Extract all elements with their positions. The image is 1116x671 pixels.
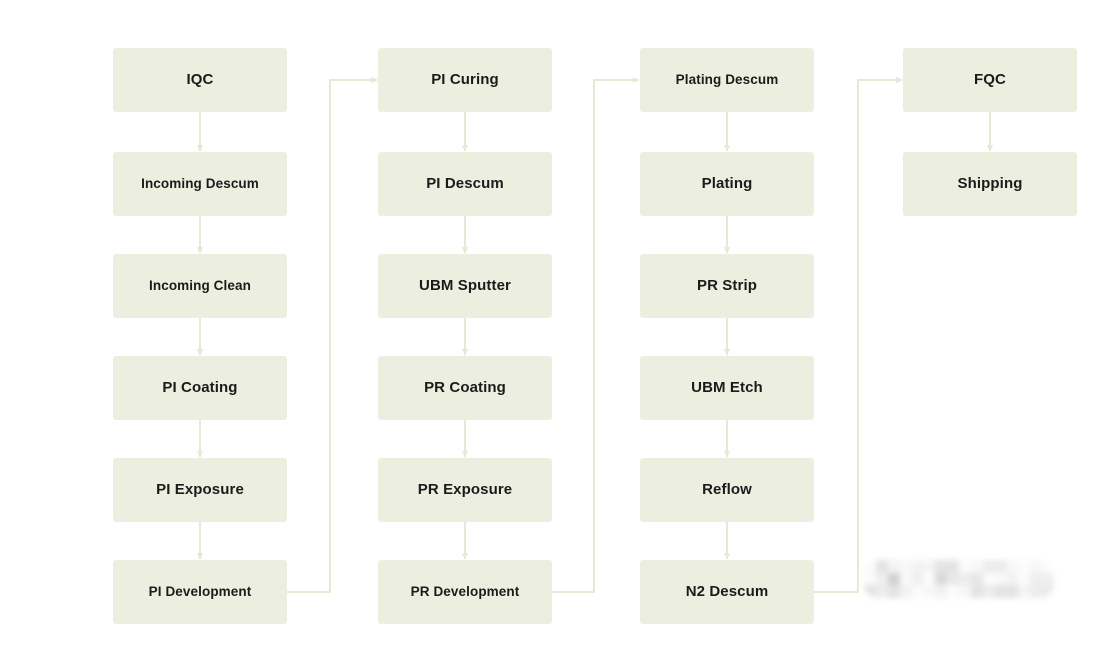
redaction-pixel (1006, 585, 1019, 598)
process-node-label: PI Exposure (156, 480, 244, 498)
redaction-pixel (887, 572, 900, 586)
redaction-pixel (1042, 585, 1054, 598)
process-node-iqc[interactable]: IQC (113, 48, 287, 112)
redaction-pixel (970, 585, 983, 598)
redaction-pixel (994, 585, 1007, 598)
redaction-pixel (1018, 585, 1031, 598)
process-node-ubm-etch[interactable]: UBM Etch (640, 356, 814, 420)
redaction-pixel (923, 560, 936, 573)
redaction-pixel (875, 560, 888, 573)
process-node-label: PR Coating (424, 378, 506, 396)
redaction-pixel (864, 585, 876, 598)
process-node-pr-development[interactable]: PR Development (378, 560, 552, 624)
redaction-pixel (982, 585, 995, 598)
redaction-pixel (935, 572, 948, 586)
process-node-label: Incoming Clean (149, 277, 251, 293)
process-node-incoming-clean[interactable]: Incoming Clean (113, 254, 287, 318)
process-node-label: Shipping (957, 174, 1023, 192)
process-node-label: PI Development (148, 583, 252, 599)
redaction-pixel (1042, 560, 1054, 573)
process-node-label: UBM Etch (691, 378, 763, 396)
redaction-pixel (982, 572, 995, 586)
redaction-pixel (970, 560, 983, 573)
redaction-pixel (959, 572, 971, 586)
redaction-pixel (1018, 560, 1031, 573)
process-node-label: PI Curing (431, 70, 499, 88)
process-node-plating[interactable]: Plating (640, 152, 814, 216)
redaction-pixel (994, 572, 1007, 586)
process-node-label: N2 Descum (685, 582, 769, 600)
redaction-pixel (947, 560, 960, 573)
process-node-plating-descum[interactable]: Plating Descum (640, 48, 814, 112)
process-node-label: Reflow (702, 480, 752, 498)
redaction-pixel (875, 585, 888, 598)
redaction-pixel (947, 572, 960, 586)
redaction-pixel (899, 572, 912, 586)
process-node-incoming-descum[interactable]: Incoming Descum (113, 152, 287, 216)
redaction-pixel (1030, 572, 1043, 586)
redaction-pixel (875, 572, 888, 586)
redaction-pixel (982, 560, 995, 573)
process-node-label: PI Coating (162, 378, 238, 396)
redaction-pixel (1042, 572, 1054, 586)
redaction-pixel (970, 572, 983, 586)
process-node-label: PR Development (410, 583, 520, 599)
flow-arrow (814, 77, 903, 593)
process-node-label: Plating (701, 174, 753, 192)
redaction-pixel (899, 585, 912, 598)
flowchart-canvas: IQC Incoming Descum Incoming Clean PI Coati… (0, 0, 1116, 671)
process-node-pi-development[interactable]: PI Development (113, 560, 287, 624)
process-node-pi-coating[interactable]: PI Coating (113, 356, 287, 420)
blurred-watermark (864, 560, 1054, 598)
redaction-pixel (923, 585, 936, 598)
flow-arrow (287, 77, 378, 593)
process-node-label: IQC (186, 70, 214, 88)
process-node-label: Incoming Descum (141, 175, 259, 191)
process-node-label: PR Strip (697, 276, 757, 294)
redaction-pixel (935, 585, 948, 598)
flow-arrow (552, 77, 640, 593)
redaction-pixel (959, 585, 971, 598)
redaction-pixel (923, 572, 936, 586)
process-node-pr-strip[interactable]: PR Strip (640, 254, 814, 318)
redaction-pixel (935, 560, 948, 573)
redaction-pixel (1006, 560, 1019, 573)
process-node-label: Plating Descum (675, 71, 779, 87)
process-node-fqc[interactable]: FQC (903, 48, 1077, 112)
process-node-pi-exposure[interactable]: PI Exposure (113, 458, 287, 522)
redaction-pixel (1030, 585, 1043, 598)
redaction-pixel (887, 560, 900, 573)
process-node-n2-descum[interactable]: N2 Descum (640, 560, 814, 624)
process-node-label: UBM Sputter (419, 276, 511, 294)
process-node-pi-descum[interactable]: PI Descum (378, 152, 552, 216)
redaction-pixel (1006, 572, 1019, 586)
process-node-shipping[interactable]: Shipping (903, 152, 1077, 216)
redaction-pixel (864, 572, 876, 586)
process-node-ubm-sputter[interactable]: UBM Sputter (378, 254, 552, 318)
redaction-pixel (994, 560, 1007, 573)
redaction-pixel (1018, 572, 1031, 586)
process-node-label: PI Descum (426, 174, 504, 192)
process-node-pr-exposure[interactable]: PR Exposure (378, 458, 552, 522)
redaction-pixel (864, 560, 876, 573)
redaction-pixel (947, 585, 960, 598)
redaction-pixel (899, 560, 912, 573)
redaction-pixel (911, 560, 924, 573)
process-node-label: FQC (974, 70, 1006, 88)
redaction-pixel (887, 585, 900, 598)
process-node-label: PR Exposure (417, 480, 513, 498)
redaction-pixel (1030, 560, 1043, 573)
redaction-pixel (959, 560, 971, 573)
process-node-pi-curing[interactable]: PI Curing (378, 48, 552, 112)
redaction-pixel (911, 572, 924, 586)
redaction-pixel (911, 585, 924, 598)
process-node-pr-coating[interactable]: PR Coating (378, 356, 552, 420)
process-node-reflow[interactable]: Reflow (640, 458, 814, 522)
